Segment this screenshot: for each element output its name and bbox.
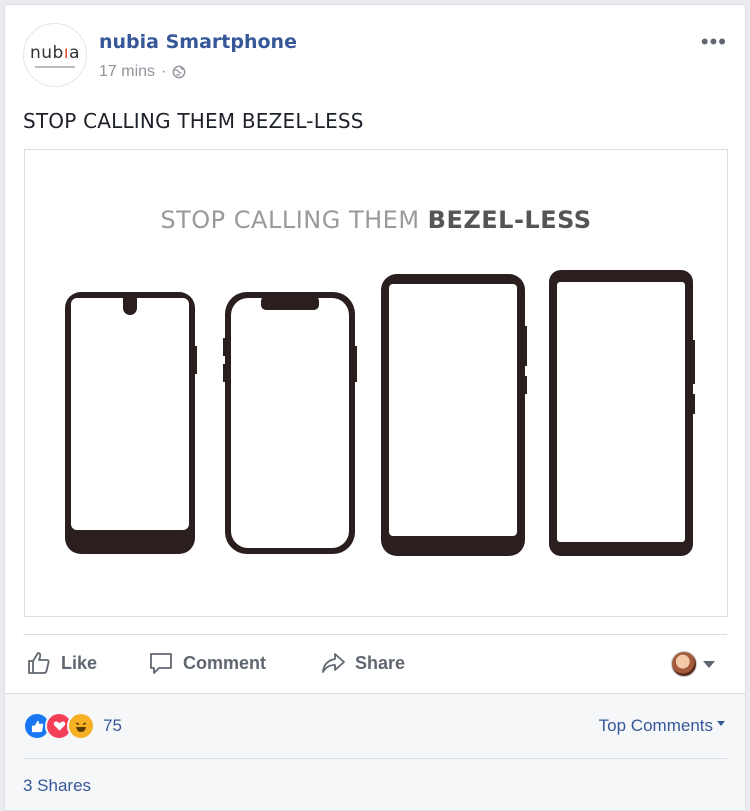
shares-link[interactable]: 3 Shares [23, 776, 91, 796]
logo-subline [35, 65, 75, 68]
phone-notch-drop [65, 292, 197, 554]
haha-reaction-icon [67, 712, 95, 740]
footer-divider [23, 758, 727, 759]
share-button[interactable]: Share [319, 643, 405, 683]
post-meta: 17 mins · [99, 63, 186, 81]
timestamp-link[interactable]: 17 mins [99, 63, 155, 81]
comment-button[interactable]: Comment [147, 643, 266, 683]
top-comments-label: Top Comments [598, 716, 713, 735]
phone-small-bezels [381, 274, 527, 556]
like-button[interactable]: Like [25, 643, 97, 683]
post-as-selector[interactable] [671, 651, 715, 677]
chevron-down-icon [703, 660, 715, 668]
post-text: STOP CALLING THEM BEZEL-LESS [23, 109, 364, 133]
more-options-icon[interactable]: ••• [701, 29, 727, 55]
globe-icon[interactable] [172, 65, 186, 79]
caret-down-icon [717, 720, 725, 726]
share-label: Share [355, 652, 406, 673]
actions-divider [23, 634, 727, 635]
post-image[interactable]: STOP CALLING THEM BEZEL-LESS [24, 149, 728, 617]
thumbs-up-icon [28, 652, 50, 674]
page-avatar[interactable]: nubıa [23, 23, 87, 87]
post-footer: 75 Top Comments 3 Shares [5, 693, 745, 810]
post-card: nubıa nubia Smartphone 17 mins · ••• STO… [4, 4, 746, 811]
meta-separator: · [161, 63, 167, 80]
post-actions: Like Comment Share [23, 643, 731, 683]
comment-label: Comment [183, 652, 267, 673]
comment-icon [150, 653, 172, 674]
like-label: Like [61, 652, 98, 673]
phone-notch-wide [223, 292, 357, 554]
top-comments-selector[interactable]: Top Comments [599, 716, 725, 736]
phone-minimal-bezels [549, 270, 695, 556]
share-icon [322, 653, 345, 673]
phones-illustration [65, 270, 695, 556]
reactions-summary[interactable]: 75 [23, 712, 122, 740]
reaction-count: 75 [103, 716, 122, 735]
post-header: nubıa nubia Smartphone 17 mins · ••• [23, 23, 731, 93]
viewer-avatar [671, 651, 697, 677]
page-name-link[interactable]: nubia Smartphone [99, 31, 297, 53]
nubia-logo: nubıa [30, 42, 80, 63]
